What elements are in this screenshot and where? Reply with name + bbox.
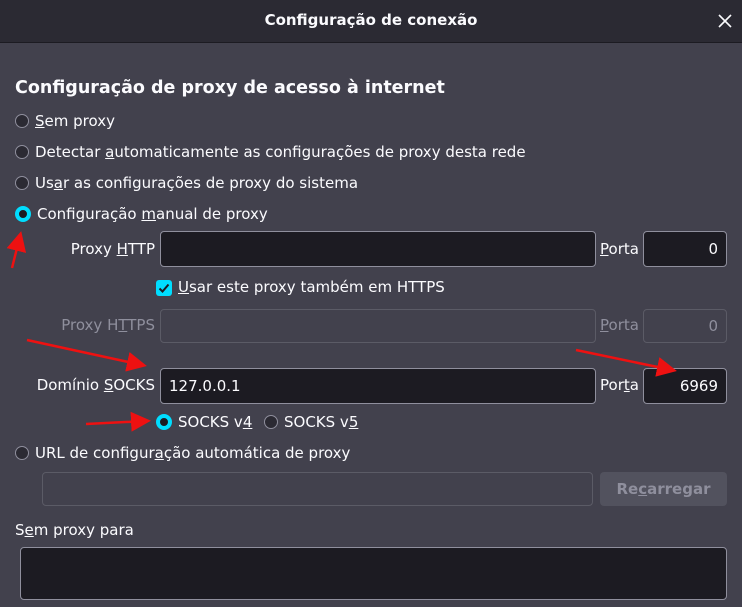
radio-system-proxy[interactable]: Usar as configurações de proxy do sistem… bbox=[15, 172, 358, 194]
https-proxy-input bbox=[160, 309, 596, 343]
radio-socks-v4-label: SOCKS v4 bbox=[178, 413, 253, 431]
arrow-to-socks-port bbox=[575, 348, 677, 377]
https-proxy-label: Proxy HTTPS bbox=[61, 316, 155, 334]
radio-auto-detect-label: Detectar automaticamente as configuraçõe… bbox=[35, 143, 526, 161]
no-proxy-for-label: Sem proxy para bbox=[15, 521, 134, 539]
radio-pac-url-indicator[interactable] bbox=[15, 446, 29, 460]
radio-pac-url-label: URL de configuração automática de proxy bbox=[35, 444, 351, 462]
reload-button: Re c arregar bbox=[600, 472, 727, 506]
arrow-to-manual-radio bbox=[6, 231, 27, 269]
checkmark-icon bbox=[158, 283, 170, 293]
http-port-input[interactable]: 0 bbox=[643, 231, 727, 267]
https-same-proxy-label[interactable]: Usar este proxy também em HTTPS bbox=[178, 278, 445, 296]
radio-socks-v5[interactable]: SOCKS v5 bbox=[264, 411, 358, 433]
radio-socks-v4-indicator[interactable] bbox=[156, 414, 172, 430]
https-same-proxy-checkbox[interactable] bbox=[156, 280, 172, 296]
arrow-to-socks-v4 bbox=[85, 411, 151, 432]
radio-system-proxy-indicator[interactable] bbox=[15, 176, 29, 190]
socks-port-label: Porta bbox=[600, 376, 639, 394]
arrow-to-socks-host bbox=[26, 338, 147, 372]
radio-auto-detect-indicator[interactable] bbox=[15, 145, 29, 159]
radio-socks-v5-label: SOCKS v5 bbox=[284, 413, 359, 431]
http-proxy-label: Proxy HTTP bbox=[70, 240, 155, 258]
radio-system-proxy-label: Usar as configurações de proxy do sistem… bbox=[35, 174, 359, 192]
http-port-label: Porta bbox=[600, 240, 639, 258]
https-port-input: 0 bbox=[643, 309, 727, 343]
no-proxy-for-textarea[interactable] bbox=[20, 547, 727, 600]
radio-pac-url[interactable]: URL de configuração automática de proxy bbox=[15, 442, 350, 464]
radio-manual-proxy-label: Configuração manual de proxy bbox=[37, 205, 268, 223]
https-port-label: Porta bbox=[600, 316, 639, 334]
socks-port-input[interactable]: 6969 bbox=[643, 368, 727, 404]
radio-socks-v5-indicator[interactable] bbox=[264, 415, 278, 429]
radio-no-proxy-indicator[interactable] bbox=[15, 114, 29, 128]
proxy-section-heading: Configuração de proxy de acesso à intern… bbox=[15, 78, 445, 98]
dialog-titlebar: Configuração de conexão bbox=[0, 0, 742, 43]
radio-manual-proxy[interactable]: Configuração manual de proxy bbox=[15, 203, 268, 225]
close-icon[interactable] bbox=[714, 10, 736, 32]
socks-host-input[interactable]: 127.0.0.1 bbox=[160, 368, 596, 404]
socks-host-label: Domínio SOCKS bbox=[36, 376, 155, 394]
pac-url-input bbox=[42, 472, 593, 506]
radio-socks-v4[interactable]: SOCKS v4 bbox=[156, 411, 252, 433]
radio-no-proxy[interactable]: Sem proxy bbox=[15, 110, 115, 132]
dialog-title: Configuração de conexão bbox=[264, 11, 478, 29]
radio-no-proxy-label: Sem proxy bbox=[35, 112, 115, 130]
http-proxy-input[interactable] bbox=[160, 231, 596, 267]
radio-manual-proxy-indicator[interactable] bbox=[15, 206, 31, 222]
radio-auto-detect[interactable]: Detectar automaticamente as configuraçõe… bbox=[15, 141, 526, 163]
